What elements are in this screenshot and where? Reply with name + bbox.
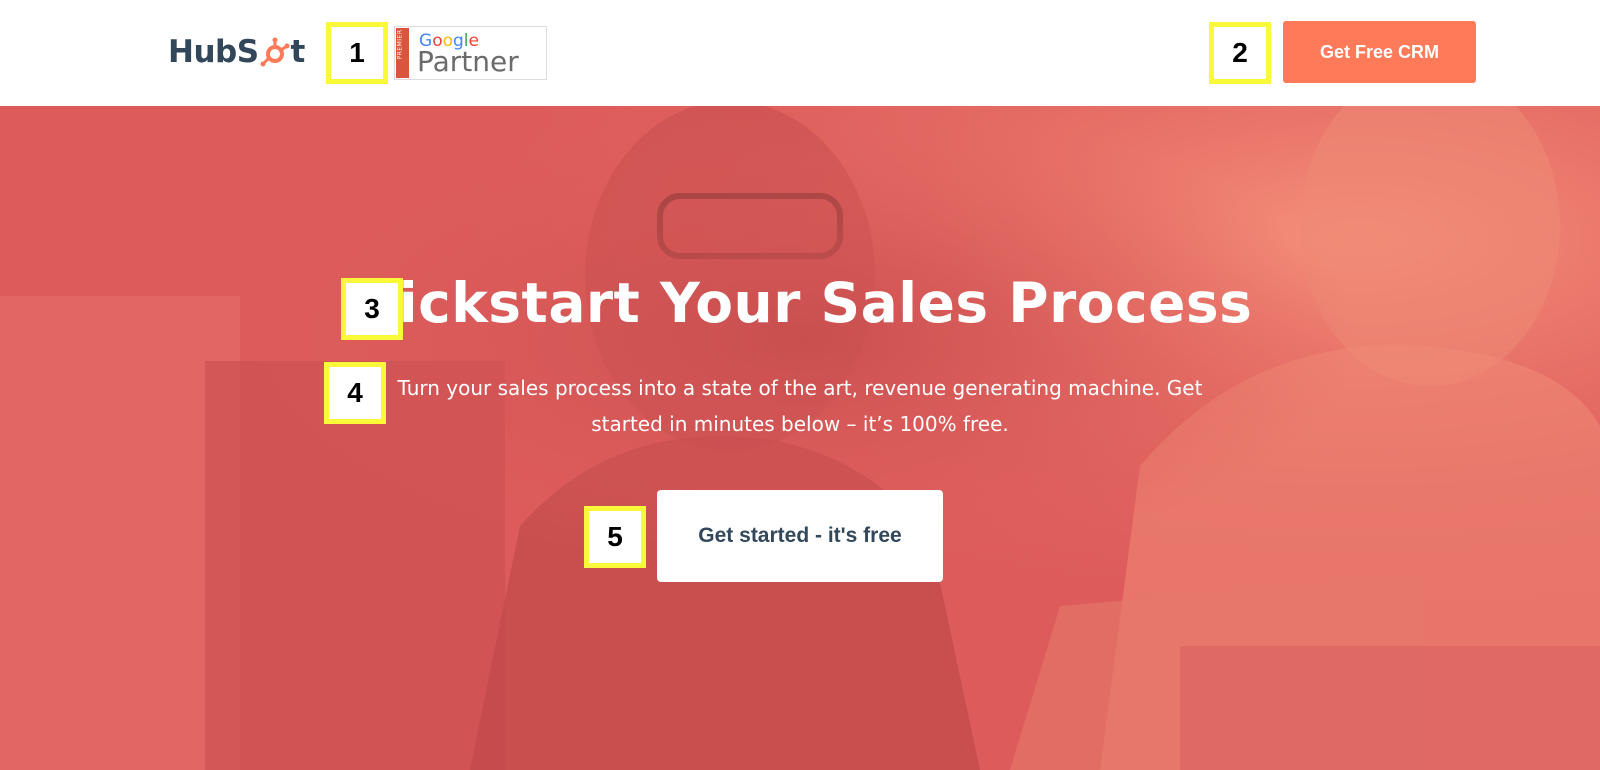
premier-label: PREMIER [396, 29, 404, 60]
get-started-button[interactable]: Get started - it's free [657, 490, 943, 582]
partner-word: Partner [417, 45, 519, 78]
annotation-marker-4: 4 [324, 362, 386, 424]
logo-text-left: HubS [168, 34, 259, 70]
get-free-crm-button[interactable]: Get Free CRM [1283, 21, 1476, 83]
annotation-marker-2: 2 [1209, 22, 1271, 84]
hubspot-sprocket-icon [260, 37, 290, 67]
top-header: HubS t PREMIER Google Partner Get Free C… [0, 0, 1600, 106]
hero-subtitle: Turn your sales process into a state of … [380, 370, 1220, 442]
hero-section: Kickstart Your Sales Process Turn your s… [0, 106, 1600, 770]
hero-subtitle-line2: started in minutes below – it’s 100% fre… [591, 412, 1009, 436]
hubspot-logo[interactable]: HubS t [168, 30, 305, 74]
annotation-marker-5: 5 [584, 506, 646, 568]
hero-title: Kickstart Your Sales Process [355, 271, 1253, 335]
hero-subtitle-line1: Turn your sales process into a state of … [397, 376, 1203, 400]
google-partner-badge: PREMIER Google Partner [394, 26, 547, 80]
annotation-marker-3: 3 [341, 278, 403, 340]
annotation-marker-1: 1 [326, 22, 388, 84]
logo-text-right: t [290, 34, 306, 70]
